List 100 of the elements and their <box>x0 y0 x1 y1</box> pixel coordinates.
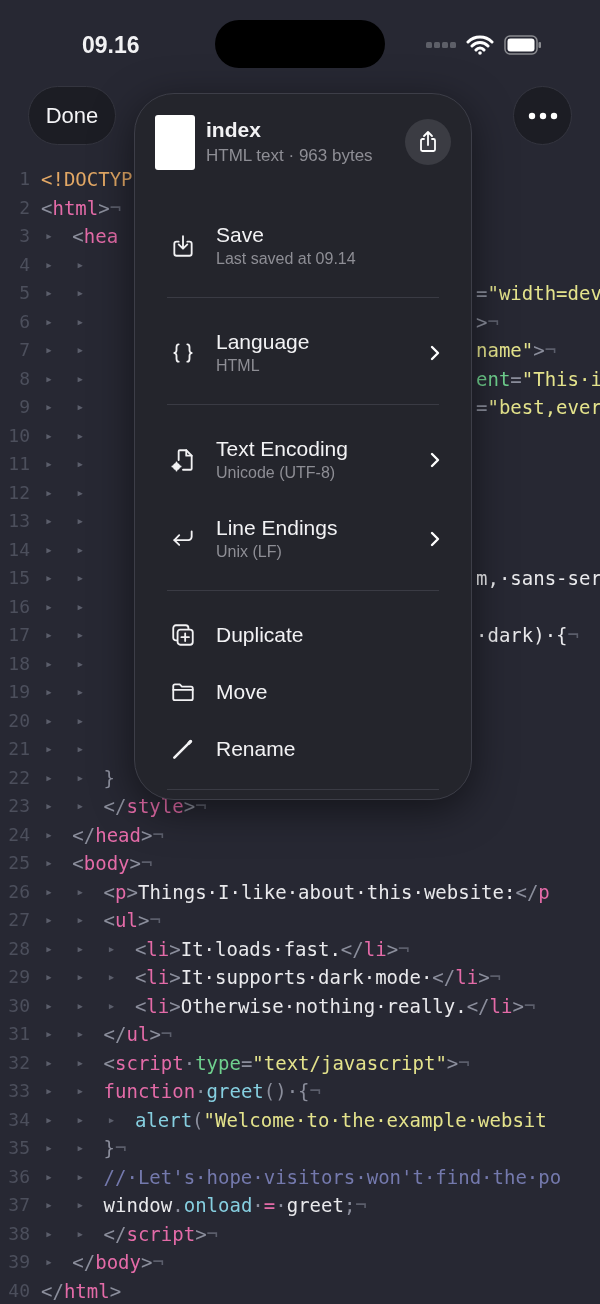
tab-marker: ▸ <box>45 854 53 872</box>
menu-item-subtitle: Last saved at 09.14 <box>216 250 357 268</box>
code-token: Things·I·like·about·this·website: <box>137 879 516 905</box>
code-token: > <box>129 851 141 876</box>
tab-marker: ▸ <box>45 711 53 730</box>
code-token: </ <box>41 1278 64 1304</box>
tab-marker: ▸ <box>45 597 53 616</box>
code-token: body <box>83 851 130 876</box>
tab-marker: ▸ <box>76 1110 85 1129</box>
line-end-marker: ¬ <box>489 965 502 990</box>
code-token: > <box>533 338 545 363</box>
done-button[interactable]: Done <box>28 86 116 145</box>
tab-marker: ▸ <box>45 968 53 986</box>
menu-item[interactable]: Duplicate <box>135 606 471 663</box>
code-token: style <box>126 794 184 819</box>
menu-item[interactable]: Text Encoding Unicode (UTF-8) <box>135 420 471 499</box>
code-token: It·supports·dark·mode· <box>180 965 433 990</box>
tab-marker: ▸ <box>76 797 85 815</box>
code-token: onload <box>183 1193 253 1218</box>
code-token: head <box>95 822 141 848</box>
code-token: type <box>195 1050 241 1076</box>
tab-marker: ▸ <box>45 312 53 331</box>
tab-marker: ▸ <box>45 626 53 644</box>
tab-marker: ▸ <box>45 227 53 245</box>
tab-marker: ▸ <box>45 255 53 274</box>
line-end-marker: ¬ <box>309 1079 321 1104</box>
battery-icon <box>504 35 542 55</box>
tab-marker: ▸ <box>76 711 85 730</box>
tab-marker: ▸ <box>45 654 53 673</box>
line-end-marker: ¬ <box>567 623 579 648</box>
tab-marker: ▸ <box>45 426 53 445</box>
file-info: HTML text · 963 bytes <box>206 146 373 166</box>
tab-marker: ▸ <box>76 341 85 359</box>
code-token: </ <box>340 936 364 962</box>
code-token: script <box>115 1050 184 1076</box>
code-token: body <box>95 1250 141 1275</box>
tab-marker: ▸ <box>76 483 85 502</box>
menu-item-subtitle: Unicode (UTF-8) <box>216 464 337 482</box>
line-end-marker: ¬ <box>398 936 410 962</box>
menu-item[interactable]: Line Endings Unix (LF) <box>135 499 471 578</box>
code-token: > <box>109 1278 122 1304</box>
code-token: > <box>169 993 181 1019</box>
line-end-marker: ¬ <box>152 822 164 848</box>
menu-item-title: Save <box>216 223 265 247</box>
code-token: "This·i <box>521 366 600 392</box>
code-token: greet <box>206 1079 264 1104</box>
tab-marker: ▸ <box>76 1025 85 1043</box>
code-token: </ <box>72 1250 96 1275</box>
tab-marker: ▸ <box>45 341 53 359</box>
tab-marker: ▸ <box>76 512 85 530</box>
document-gear-icon <box>170 446 196 473</box>
menu-item-title: Duplicate <box>216 622 305 647</box>
tab-marker: ▸ <box>45 1167 53 1186</box>
code-token: li <box>146 993 170 1019</box>
share-button[interactable] <box>405 119 451 165</box>
code-token: > <box>126 879 138 905</box>
tab-marker: ▸ <box>76 284 85 302</box>
code-token: < <box>103 908 116 933</box>
code-token: · <box>195 1079 207 1104</box>
tab-marker: ▸ <box>76 255 85 274</box>
tab-marker: ▸ <box>45 369 53 388</box>
code-token: function <box>103 1079 196 1104</box>
code-token: alert <box>134 1107 193 1133</box>
line-end-marker: ¬ <box>544 338 557 363</box>
line-end-marker: ¬ <box>152 1250 164 1275</box>
code-token: > <box>169 965 181 990</box>
code-token: ()·{ <box>263 1079 310 1104</box>
code-token: </ <box>103 1221 127 1247</box>
menu-item[interactable]: Save Last saved at 09.14 <box>135 206 471 285</box>
code-token: p <box>538 879 550 905</box>
tab-marker: ▸ <box>76 1167 85 1186</box>
code-token: p <box>115 879 127 905</box>
tab-marker: ▸ <box>45 825 53 844</box>
tab-marker: ▸ <box>45 1025 53 1043</box>
status-time: 09.16 <box>82 31 140 59</box>
line-end-marker: ¬ <box>523 993 536 1019</box>
code-token: </ <box>432 965 456 990</box>
code-token: > <box>137 908 150 933</box>
code-token: "text/javascript" <box>252 1050 447 1076</box>
menu-item[interactable]: Language HTML <box>135 313 471 392</box>
code-token: <!DOCTYP <box>41 167 133 192</box>
tab-marker: ▸ <box>45 1110 53 1129</box>
chevron-icon <box>429 343 441 362</box>
tab-marker: ▸ <box>76 312 85 331</box>
menu-item-title: Line Endings <box>216 516 339 540</box>
code-token: ul <box>126 1022 150 1047</box>
line-end-marker: ¬ <box>140 851 153 876</box>
code-token: name" <box>476 338 534 363</box>
code-token: > <box>512 993 524 1019</box>
tab-marker: ▸ <box>45 540 53 559</box>
menu-item[interactable]: Move <box>135 663 471 720</box>
code-token: li <box>146 936 170 962</box>
code-token: "Welcome·to·the·example·websit <box>203 1107 547 1133</box>
code-token: · <box>252 1193 264 1218</box>
tab-marker: ▸ <box>76 626 85 644</box>
code-token: </ <box>72 822 96 848</box>
menu-item[interactable]: Rename <box>135 720 471 777</box>
code-token: html <box>63 1278 110 1304</box>
signal-icon <box>426 41 456 49</box>
menu-item-title: Language <box>216 330 311 354</box>
